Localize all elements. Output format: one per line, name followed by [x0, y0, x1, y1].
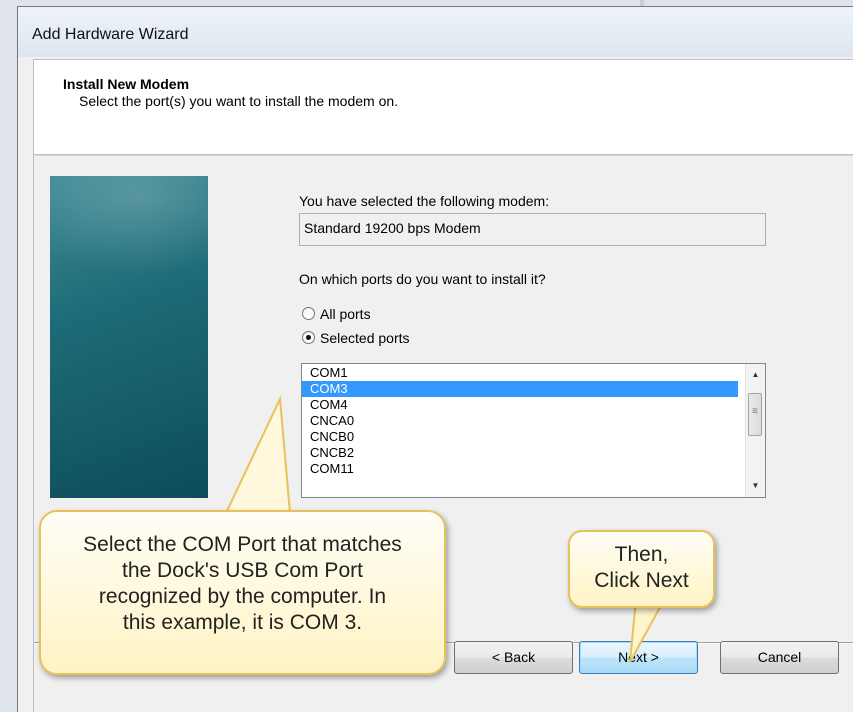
ports-listbox[interactable]: COM1COM3COM4CNCA0CNCB0CNCB2COM11 ▲ ▼: [301, 363, 766, 498]
ports-question: On which ports do you want to install it…: [299, 271, 546, 287]
port-list-item[interactable]: COM11: [302, 461, 738, 477]
radio-selected-ports-label[interactable]: Selected ports: [320, 330, 410, 346]
wizard-header: Install New Modem Select the port(s) you…: [33, 59, 853, 155]
back-button[interactable]: < Back: [454, 641, 573, 674]
left-callout-text: Select the COM Port that matches the Doc…: [83, 533, 402, 634]
right-callout-line1: Then,: [614, 543, 669, 566]
scroll-down-arrow-icon[interactable]: ▼: [746, 477, 765, 495]
port-list-item[interactable]: CNCB0: [302, 429, 738, 445]
modem-label: You have selected the following modem:: [299, 193, 550, 209]
radio-selected-ports[interactable]: [302, 331, 315, 344]
wizard-side-image: [50, 176, 208, 498]
port-list-item[interactable]: COM1: [302, 365, 738, 381]
radio-all-ports-label[interactable]: All ports: [320, 306, 371, 322]
radio-all-ports[interactable]: [302, 307, 315, 320]
window-title: Add Hardware Wizard: [32, 26, 189, 43]
page-title: Install New Modem: [63, 76, 190, 92]
listbox-scrollbar[interactable]: ▲ ▼: [745, 364, 765, 497]
page-subtitle: Select the port(s) you want to install t…: [79, 93, 399, 109]
port-list-item[interactable]: COM4: [302, 397, 738, 413]
port-list-item[interactable]: COM3: [302, 381, 738, 397]
cancel-button[interactable]: Cancel: [720, 641, 839, 674]
scroll-up-arrow-icon[interactable]: ▲: [746, 366, 765, 384]
left-callout: Select the COM Port that matches the Doc…: [39, 510, 446, 675]
scroll-thumb[interactable]: [748, 393, 762, 436]
port-list-item[interactable]: CNCA0: [302, 413, 738, 429]
left-callout-pointer: [224, 395, 292, 514]
title-bar[interactable]: Add Hardware Wizard: [18, 7, 853, 57]
modem-field: Standard 19200 bps Modem: [299, 213, 766, 246]
right-callout: Then, Click Next: [568, 530, 715, 608]
modem-value: Standard 19200 bps Modem: [304, 220, 481, 236]
port-list-item[interactable]: CNCB2: [302, 445, 738, 461]
right-callout-line2: Click Next: [594, 569, 689, 592]
